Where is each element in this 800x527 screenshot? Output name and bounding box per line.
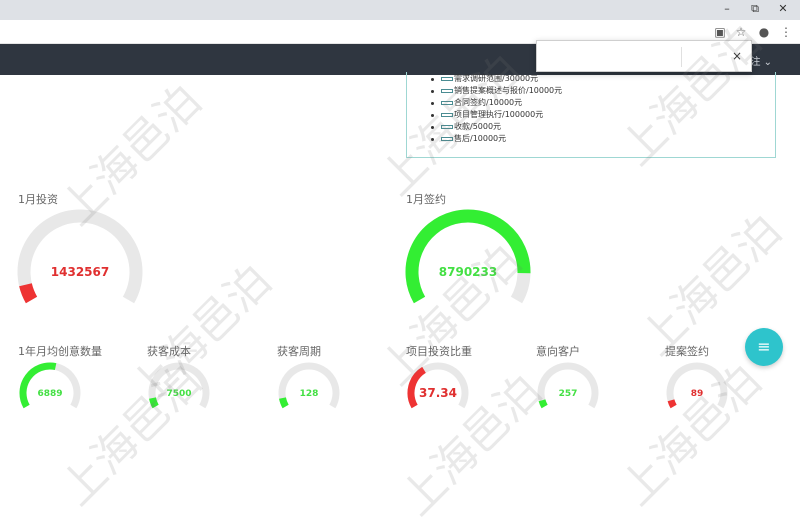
minimize-icon[interactable]: – [716,1,738,17]
gauge-title: 1年月均创意数量 [18,345,102,358]
gauge-title: 1月投资 [18,193,58,206]
legend-swatch [441,100,453,105]
gauge-track [278,362,340,409]
gauge-title: 意向客户 [536,345,580,358]
extension-icon[interactable]: ▣ [712,24,728,40]
gauge-value: 7500 [166,389,191,399]
legend-swatch [441,112,453,117]
gauge-fill [279,397,289,409]
gauge-fill [19,283,38,304]
legend-label: 收款/5000元 [454,122,502,131]
gauge-chart: 257 [537,362,599,409]
legend-label: 售后/10000元 [454,134,507,143]
legend-label: 需求调研范围/30000元 [454,74,539,83]
gauge-chart: 6889 [19,362,81,409]
gauge-fill [405,209,531,304]
gauge-value: 1432567 [51,265,109,279]
legend-label: 项目管理执行/100000元 [454,110,544,119]
gauge-fill [667,399,677,409]
close-icon[interactable]: ✕ [772,1,794,17]
restore-icon[interactable]: ⧉ [744,1,766,17]
legend-item: 项目管理执行/100000元 [431,109,562,121]
gauge-fill [149,397,159,409]
gauge-value: 8790233 [439,265,497,279]
gauge-chart: 1432567 [17,209,143,304]
gauge-chart: 89 [666,362,728,409]
legend-item: 需求调研范围/30000元 [431,73,562,85]
gauge-chart: 8790233 [405,209,531,304]
user-menu[interactable]: 注 ⌄ [750,53,772,68]
legend-swatch [441,136,453,141]
gauge-chart: 7500 [148,362,210,409]
popup-close-icon[interactable]: × [729,48,745,64]
gauge-value: 6889 [37,389,62,399]
menu-icon[interactable]: ≡ [745,328,783,366]
legend-list: 需求调研范围/30000元销售提案概述与报价/10000元 合同签约/10000元… [431,73,562,145]
gauge-title: 获客成本 [147,345,191,358]
legend-swatch [441,124,453,129]
legend-swatch [441,76,453,81]
extension-popup: × [536,40,752,72]
gauge-title: 获客周期 [277,345,321,358]
legend-swatch [441,88,453,93]
gauge-title: 提案签约 [665,345,709,358]
more-icon[interactable]: ⋮ [778,24,794,40]
gauge-track [666,362,728,409]
gauge-chart: 37.34 [407,362,469,409]
gauge-fill [19,362,57,409]
legend-item: 合同签约/10000元 [431,97,562,109]
star-icon[interactable]: ☆ [733,24,749,40]
gauge-value: 128 [300,389,319,399]
gauge-value: 37.34 [419,386,457,400]
gauge-track [17,209,143,304]
legend-item: 收款/5000元 [431,121,562,133]
legend-item: 售后/10000元 [431,133,562,145]
legend-label: 销售提案概述与报价/10000元 [454,86,563,95]
browser-titlebar: – ⧉ ✕ [0,0,800,20]
account-icon[interactable]: ● [756,24,772,40]
gauge-title: 项目投资比重 [406,345,472,358]
legend-panel: 需求调研范围/30000元销售提案概述与报价/10000元 合同签约/10000元… [406,72,776,158]
legend-label: 合同签约/10000元 [454,98,523,107]
gauge-title: 1月签约 [406,193,446,206]
legend-item: 销售提案概述与报价/10000元 [431,85,562,97]
gauge-value: 257 [559,389,578,399]
gauge-value: 89 [691,389,704,399]
popup-divider [681,47,682,67]
gauge-chart: 128 [278,362,340,409]
gauge-track [148,362,210,409]
gauge-fill [538,399,548,409]
gauge-track [537,362,599,409]
